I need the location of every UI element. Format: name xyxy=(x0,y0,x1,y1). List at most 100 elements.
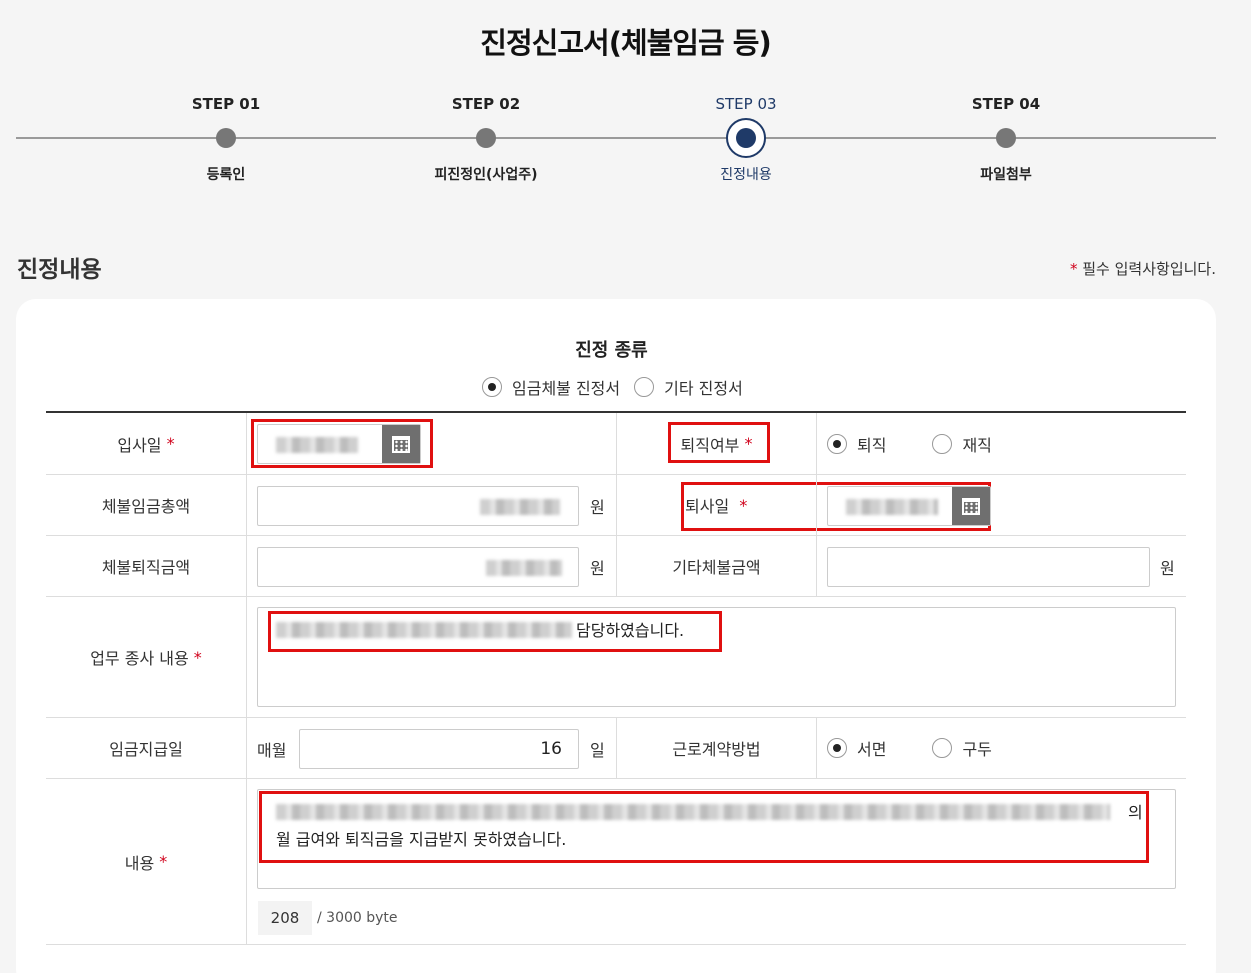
unpaid-severance-cell: 원 xyxy=(246,536,616,596)
redacted-value xyxy=(480,499,560,515)
radio-checked-icon[interactable] xyxy=(827,433,847,454)
label-text: 퇴사일 xyxy=(685,497,730,516)
label-text: 퇴직여부 xyxy=(680,435,740,455)
leave-date-cell xyxy=(816,475,1186,535)
content-label: 내용 * xyxy=(46,779,246,944)
complaint-type-wage[interactable]: 임금체불 진정서 xyxy=(482,375,620,399)
leave-date-label: 퇴사일 * xyxy=(616,475,991,535)
other-unpaid-label: 기타체불금액 xyxy=(616,536,816,596)
required-note-text: 필수 입력사항입니다. xyxy=(1082,260,1216,278)
visible-text: 의 xyxy=(1128,803,1143,822)
redacted-text xyxy=(276,622,572,638)
calendar-icon xyxy=(392,435,410,453)
other-unpaid-cell: 원 xyxy=(816,536,1186,596)
work-desc-cell: 담당하였습니다. xyxy=(246,597,1186,717)
complaint-form: 입사일 * 퇴직여부 * 퇴직 재직 체불임금총액 원 퇴사일 * 체불퇴직금액… xyxy=(46,411,1186,945)
byte-count: 208 xyxy=(258,901,312,935)
step-dot xyxy=(996,128,1016,148)
contract-method-written[interactable]: 서면 xyxy=(827,736,886,760)
step-4: STEP 04 파일첨부 xyxy=(926,90,1086,184)
work-desc-label: 업무 종사 내용 * xyxy=(46,597,246,717)
unit-label: 원 xyxy=(590,498,605,517)
form-row-hire-date: 입사일 * 퇴직여부 * 퇴직 재직 xyxy=(46,413,1186,475)
contract-method-options: 서면 구두 xyxy=(816,718,1186,778)
step-dot xyxy=(216,128,236,148)
step-label: 피진정인(사업주) xyxy=(434,167,538,183)
unpaid-total-label: 체불임금총액 xyxy=(101,497,191,516)
pay-day-cell: 매월 16 일 xyxy=(246,718,616,778)
complaint-type-other[interactable]: 기타 진정서 xyxy=(634,375,743,399)
complaint-type-options: 임금체불 진정서 기타 진정서 xyxy=(482,374,743,400)
step-number: STEP 01 xyxy=(191,95,261,113)
step-2: STEP 02 피진정인(사업주) xyxy=(406,90,566,184)
unit-label: 일 xyxy=(590,741,605,760)
unpaid-total-input[interactable] xyxy=(257,486,579,526)
step-dot xyxy=(476,128,496,148)
resigned-label: 퇴직여부 * xyxy=(616,413,816,474)
redacted-value xyxy=(486,560,562,576)
hire-date-label: 입사일 * xyxy=(46,413,246,474)
contract-method-label: 근로계약방법 xyxy=(616,718,816,778)
required-star: * xyxy=(744,434,753,453)
form-row-unpaid-total: 체불임금총액 원 퇴사일 * xyxy=(46,475,1186,536)
unit-label: 원 xyxy=(590,559,605,578)
contract-method-verbal[interactable]: 구두 xyxy=(932,736,992,760)
pay-day-label: 임금지급일 xyxy=(109,740,183,759)
radio-icon[interactable] xyxy=(634,377,655,397)
step-dot-active xyxy=(726,118,766,158)
pay-day-input[interactable]: 16 xyxy=(299,729,579,769)
calendar-icon xyxy=(962,497,980,515)
step-3: STEP 03 진정내용 xyxy=(666,90,826,184)
textarea-line: 의 xyxy=(276,799,1157,826)
hire-date-input[interactable] xyxy=(257,424,421,464)
option-label: 구두 xyxy=(962,740,992,759)
textarea-line-2: 월 급여와 퇴직금을 지급받지 못하였습니다. xyxy=(276,830,567,849)
form-row-unpaid-severance: 체불퇴직금액 원 기타체불금액 원 xyxy=(46,536,1186,597)
complaint-type-title: 진정 종류 xyxy=(575,340,648,361)
resigned-options: 퇴직 재직 xyxy=(816,413,1186,474)
required-star: * xyxy=(159,852,168,871)
leave-date-input[interactable] xyxy=(827,486,991,526)
textarea-line: 담당하였습니다. xyxy=(276,617,1157,644)
step-number: STEP 02 xyxy=(451,95,521,113)
step-number: STEP 04 xyxy=(971,95,1041,113)
visible-text: 담당하였습니다. xyxy=(576,621,685,640)
redacted-value xyxy=(276,437,358,453)
option-label: 재직 xyxy=(962,435,992,455)
pay-day-prefix: 매월 xyxy=(257,741,287,760)
option-label: 퇴직 xyxy=(857,435,887,455)
resigned-option-yes[interactable]: 퇴직 xyxy=(827,432,886,456)
unpaid-severance-label: 체불퇴직금액 xyxy=(101,558,191,577)
leave-date-calendar-button[interactable] xyxy=(952,487,990,525)
label-text: 업무 종사 내용 xyxy=(90,649,189,668)
redacted-value xyxy=(846,499,938,515)
label-text: 내용 xyxy=(124,853,155,873)
required-note: * 필수 입력사항입니다. xyxy=(1070,258,1216,279)
unpaid-total-cell: 원 xyxy=(246,475,616,535)
content-textarea[interactable]: 의 월 급여와 퇴직금을 지급받지 못하였습니다. xyxy=(257,789,1176,889)
unpaid-severance-input[interactable] xyxy=(257,547,579,587)
required-star: * xyxy=(166,434,175,453)
hire-date-cell xyxy=(246,413,616,474)
work-desc-textarea[interactable]: 담당하였습니다. xyxy=(257,607,1176,707)
radio-icon[interactable] xyxy=(932,433,953,454)
label-text: 입사일 xyxy=(117,435,162,455)
radio-checked-icon[interactable] xyxy=(482,377,502,397)
form-row-content: 내용 * 의 월 급여와 퇴직금을 지급받지 못하였습니다. 208 / 300… xyxy=(46,779,1186,945)
stepper: STEP 01 등록인 STEP 02 피진정인(사업주) STEP 03 진정… xyxy=(16,90,1216,190)
resigned-option-no[interactable]: 재직 xyxy=(932,432,992,456)
step-label: 파일첨부 xyxy=(980,167,1032,183)
redacted-text xyxy=(276,804,1110,820)
required-star: * xyxy=(1069,260,1078,278)
byte-total: / 3000 byte xyxy=(317,910,398,926)
hire-date-calendar-button[interactable] xyxy=(382,425,420,463)
unit-label: 원 xyxy=(1160,559,1175,578)
form-row-work-desc: 업무 종사 내용 * 담당하였습니다. xyxy=(46,597,1186,718)
step-number: STEP 03 xyxy=(715,95,777,113)
other-unpaid-input[interactable] xyxy=(827,547,1150,587)
radio-icon[interactable] xyxy=(932,738,953,758)
section-title: 진정내용 xyxy=(17,257,102,283)
form-row-pay-day: 임금지급일 매월 16 일 근로계약방법 서면 구두 xyxy=(46,718,1186,779)
radio-checked-icon[interactable] xyxy=(827,738,847,758)
step-label: 등록인 xyxy=(206,167,246,183)
